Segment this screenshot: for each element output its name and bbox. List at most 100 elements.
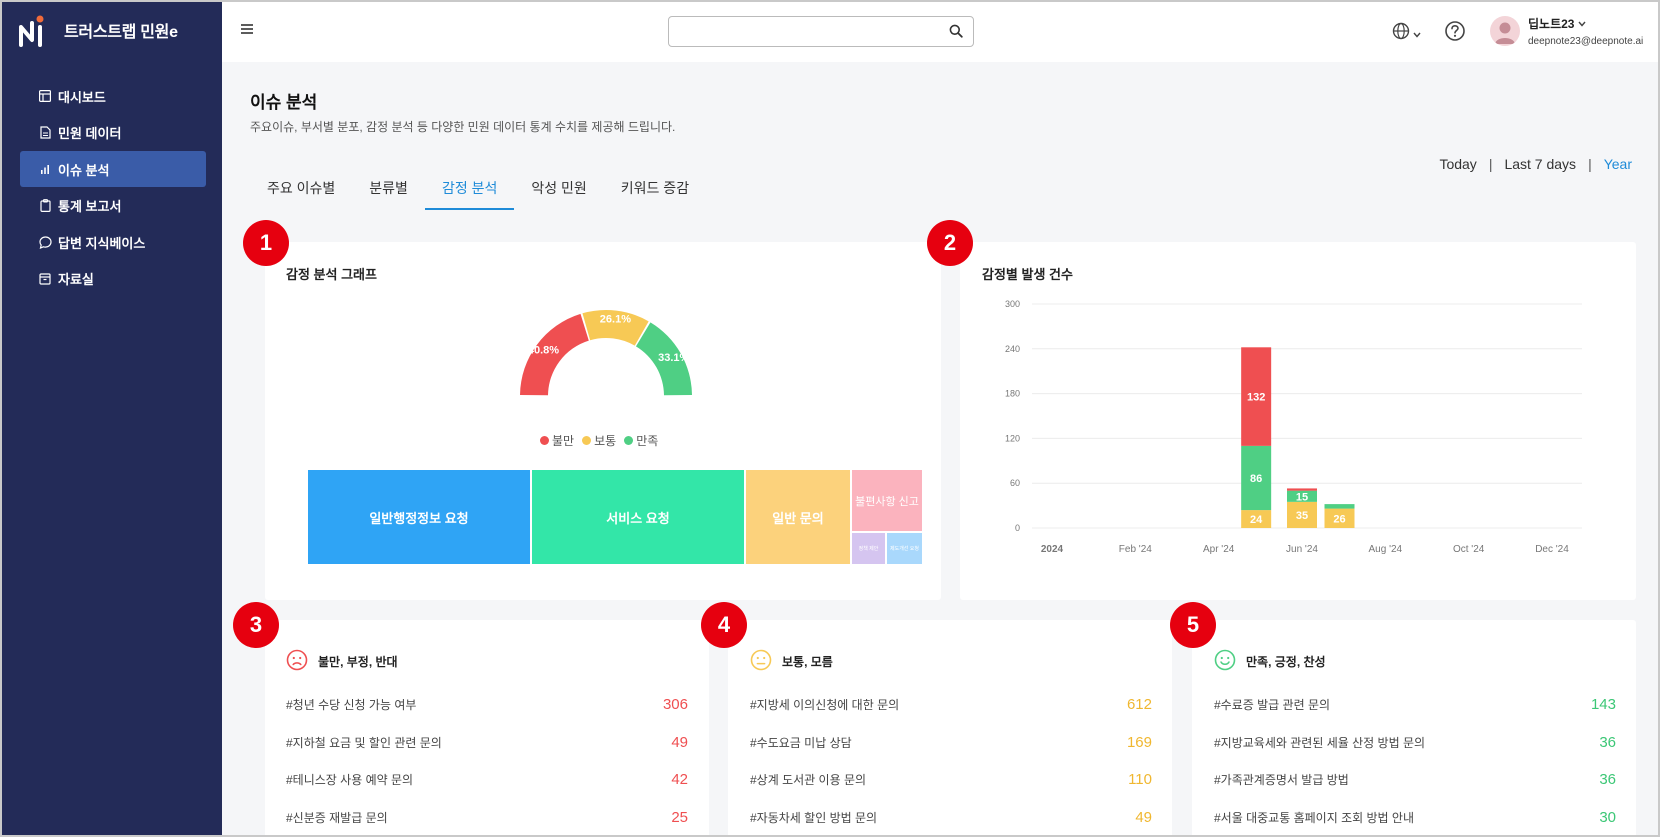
tab-sentiment[interactable]: 감정 분석: [424, 172, 515, 210]
x-tick-label: Dec '24: [1535, 544, 1569, 555]
bar-data-label: 132: [1247, 392, 1265, 404]
sentiment-legend: 불만 보통 만족: [540, 432, 658, 449]
callout-badge-2: 2: [927, 220, 973, 266]
range-today[interactable]: Today: [1439, 156, 1476, 172]
bar-segment[interactable]: [1324, 504, 1355, 509]
x-tick-label: Oct '24: [1453, 544, 1485, 555]
donut-slice-label: 33.1%: [658, 352, 689, 364]
sidebar-item-label: 대시보드: [58, 89, 106, 105]
bar-data-label: 26: [1333, 513, 1345, 525]
archive-icon: [38, 272, 52, 286]
list-item[interactable]: #가족관계증명서 발급 방법 36: [1214, 761, 1616, 799]
bar-data-label: 86: [1250, 473, 1262, 485]
sidebar-item-archive[interactable]: 자료실: [20, 261, 206, 297]
list-item[interactable]: #자동차세 할인 방법 문의 49: [750, 799, 1152, 835]
list-item[interactable]: #지하철 요금 및 할인 관련 문의 49: [286, 724, 688, 762]
page-title: 이슈 분석: [250, 93, 318, 112]
bar-data-label: 24: [1250, 514, 1263, 526]
sidebar-item-stats-report[interactable]: 통계 보고서: [20, 188, 206, 224]
donut-slice-label: 26.1%: [600, 314, 631, 326]
callout-badge-1: 1: [243, 220, 289, 266]
positive-issues-list: #수료증 발급 관련 문의 143 #지방교육세와 관련된 세율 산정 방법 문의…: [1214, 686, 1616, 835]
treemap-cell-general-inquiry[interactable]: 일반 문의: [746, 470, 850, 564]
x-tick-label: Apr '24: [1203, 544, 1235, 555]
list-item[interactable]: #청년 수당 신청 가능 여부 306: [286, 686, 688, 724]
list-item[interactable]: #지방교육세와 관련된 세율 산정 방법 문의 36: [1214, 724, 1616, 762]
y-tick-label: 240: [1005, 344, 1020, 354]
user-menu[interactable]: 딥노트23 deepnote23@deepnote.ai: [1490, 14, 1643, 47]
sidebar-item-issue-analysis[interactable]: 이슈 분석: [20, 151, 206, 188]
globe-icon: [1392, 22, 1410, 45]
list-item[interactable]: #지방세 이의신청에 대한 문의 612: [750, 686, 1152, 724]
sentiment-graph-title: 감정 분석 그래프: [286, 267, 377, 282]
neutral-face-icon: [750, 649, 772, 674]
treemap-cell-general-admin[interactable]: 일반행정정보 요청: [308, 470, 530, 564]
sidebar-item-knowledge-base[interactable]: 답변 지식베이스: [20, 224, 206, 260]
help-icon[interactable]: [1444, 20, 1466, 47]
list-item[interactable]: #상계 도서관 이용 문의 110: [750, 761, 1152, 799]
top-bar: 딥노트23 deepnote23@deepnote.ai: [222, 2, 1658, 62]
treemap-cell-system-improvement[interactable]: 제도개선 요청: [887, 533, 922, 564]
sidebar-item-label: 통계 보고서: [58, 199, 122, 215]
sentiment-count-bar-chart: 0 60 120 180 240 300 2024 Feb '24 Apr '24 Jun '24…: [1005, 299, 1582, 555]
x-tick-label: Feb '24: [1119, 544, 1152, 555]
y-tick-label: 180: [1005, 389, 1020, 399]
list-item[interactable]: #테니스장 사용 예약 문의 42: [286, 761, 688, 799]
treemap-cell-service-request[interactable]: 서비스 요청: [532, 470, 744, 564]
range-last-7-days[interactable]: Last 7 days: [1504, 156, 1576, 172]
legend-item-positive[interactable]: 만족: [624, 432, 658, 449]
legend-item-negative[interactable]: 불만: [540, 432, 574, 449]
x-tick-label: 2024: [1041, 544, 1064, 555]
list-item[interactable]: #신분증 재발급 문의 25: [286, 799, 688, 835]
list-item[interactable]: #수도요금 미납 상담 169: [750, 724, 1152, 762]
bar-chart-icon: [38, 162, 52, 176]
neutral-issues-title: 보통, 모름: [750, 649, 833, 674]
legend-item-neutral[interactable]: 보통: [582, 432, 616, 449]
chevron-down-icon: [1413, 25, 1421, 43]
category-treemap: 일반행정정보 요청 서비스 요청 일반 문의 불편사항 신고 정책 제안 제도개…: [308, 470, 922, 564]
sidebar-item-dashboard[interactable]: 대시보드: [20, 78, 206, 114]
range-year[interactable]: Year: [1604, 156, 1632, 172]
search-input[interactable]: [669, 17, 939, 46]
app-name: 트러스트랩 민원e: [64, 24, 178, 41]
tab-malicious[interactable]: 악성 민원: [514, 172, 603, 210]
sidebar-item-label: 이슈 분석: [58, 162, 110, 178]
search-icon[interactable]: [949, 24, 963, 43]
treemap-cell-complaint-report[interactable]: 불편사항 신고: [852, 470, 922, 531]
list-item[interactable]: #서울 대중교통 홈페이지 조회 방법 안내 30: [1214, 799, 1616, 835]
x-tick-label: Jun '24: [1286, 544, 1318, 555]
bar-data-label: 35: [1296, 510, 1308, 522]
chevron-down-icon: [1578, 14, 1587, 32]
list-item[interactable]: #수료증 발급 관련 문의 143: [1214, 686, 1616, 724]
y-tick-label: 0: [1015, 523, 1020, 533]
dashboard-icon: [38, 89, 52, 103]
frown-face-icon: [286, 649, 308, 674]
sidebar-item-complaint-data[interactable]: 민원 데이터: [20, 115, 206, 151]
negative-issues-title: 불만, 부정, 반대: [286, 649, 398, 674]
sidebar: 트러스트랩 민원e 대시보드 민원 데이터 이슈 분석 통계 보고서 답변 지식…: [2, 2, 222, 835]
date-range-selector: Today | Last 7 days | Year: [1439, 156, 1632, 172]
menu-icon[interactable]: [240, 22, 254, 36]
sidebar-item-label: 자료실: [58, 272, 94, 288]
analysis-tabs: 주요 이슈별 분류별 감정 분석 악성 민원 키워드 증감: [250, 172, 706, 210]
sentiment-count-title: 감정별 발생 건수: [982, 267, 1073, 282]
bar-data-label: 15: [1296, 491, 1308, 503]
tab-keyword-trend[interactable]: 키워드 증감: [604, 172, 706, 210]
search-box: [668, 16, 974, 47]
y-tick-label: 60: [1010, 478, 1020, 488]
bar-segment[interactable]: [1287, 488, 1317, 491]
document-icon: [38, 126, 52, 140]
page-description: 주요이슈, 부서별 분포, 감정 분석 등 다양한 민원 데이터 통계 수치를 …: [250, 120, 676, 134]
language-selector[interactable]: [1392, 22, 1421, 45]
tab-category[interactable]: 분류별: [352, 172, 425, 210]
app-window: 트러스트랩 민원e 대시보드 민원 데이터 이슈 분석 통계 보고서 답변 지식…: [0, 0, 1660, 837]
sentiment-half-donut-chart: 40.8% 26.1% 33.1%: [520, 310, 692, 396]
treemap-cell-policy-suggestion[interactable]: 정책 제안: [852, 533, 885, 564]
brand[interactable]: 트러스트랩 민원e: [18, 12, 178, 48]
neutral-issues-list: #지방세 이의신청에 대한 문의 612 #수도요금 미납 상담 169 #상계 도…: [750, 686, 1152, 835]
tab-major-issues[interactable]: 주요 이슈별: [250, 172, 352, 210]
x-tick-label: Aug '24: [1369, 544, 1403, 555]
avatar: [1490, 15, 1520, 46]
app-logo-icon: [18, 13, 44, 47]
chat-icon: [38, 235, 52, 249]
